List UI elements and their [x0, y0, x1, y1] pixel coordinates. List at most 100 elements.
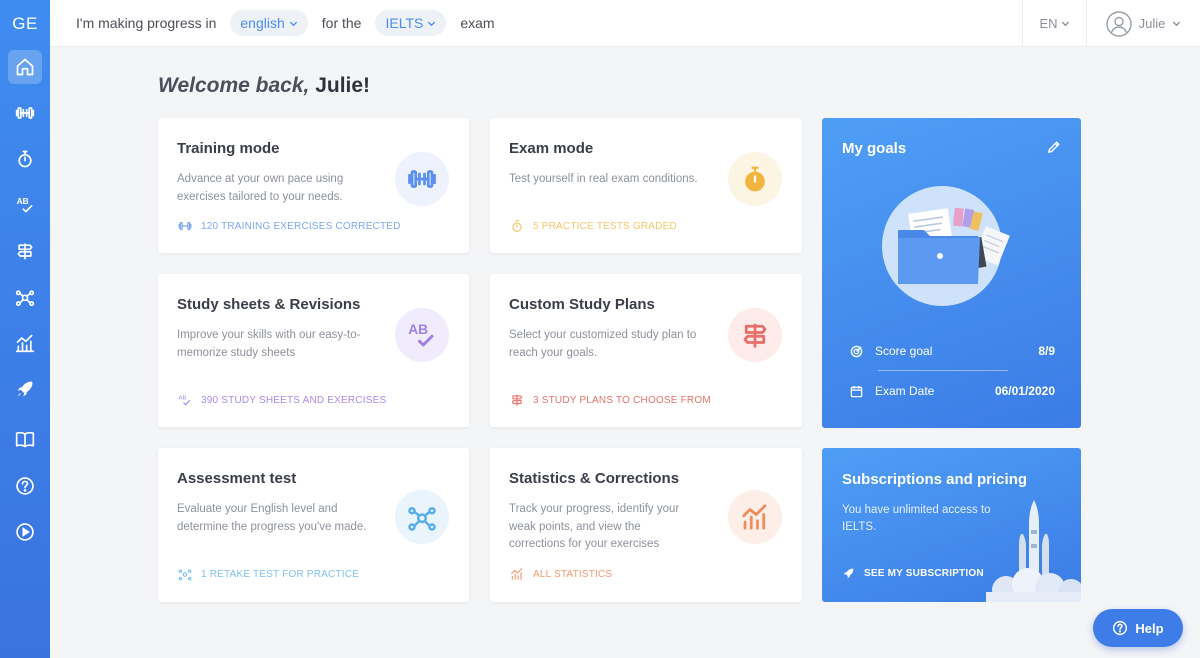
chart-icon: [742, 504, 767, 530]
dumbbell-icon: [15, 107, 35, 119]
sidebar-item-library[interactable]: [8, 422, 42, 456]
book-icon: [15, 431, 35, 448]
folder-illustration: [882, 186, 1010, 306]
sidebar-item-home[interactable]: [8, 50, 42, 84]
locale-selector[interactable]: EN: [1022, 0, 1086, 47]
pencil-icon[interactable]: [1047, 140, 1061, 154]
divider: [878, 370, 1008, 371]
network-icon: [178, 569, 192, 581]
user-menu[interactable]: Julie: [1086, 0, 1200, 47]
chart-icon: [15, 334, 35, 353]
exam-value: IELTS: [385, 15, 424, 31]
card-footer-text: 5 PRACTICE TESTS GRADED: [533, 220, 677, 232]
sidebar-item-study-sheets[interactable]: AB: [8, 188, 42, 222]
card-training[interactable]: Training mode Advance at your own pace u…: [158, 118, 469, 253]
card-statistics[interactable]: Statistics & Corrections Track your prog…: [490, 448, 802, 602]
help-button[interactable]: Help: [1093, 609, 1183, 647]
card-desc: Track your progress, identify your weak …: [509, 503, 680, 550]
dumbbell-icon: [178, 221, 192, 231]
svg-text:AB: AB: [179, 395, 187, 401]
home-icon: [16, 58, 34, 76]
card-footer[interactable]: ALL STATISTICS: [509, 567, 612, 581]
user-name: Julie: [1138, 16, 1166, 31]
goals-panel: My goals Score goal 8/9 Exam Date 06/01/…: [822, 118, 1081, 428]
network-icon: [15, 290, 35, 307]
card-footer[interactable]: 3 STUDY PLANS TO CHOOSE FROM: [509, 393, 711, 407]
card-footer[interactable]: 5 PRACTICE TESTS GRADED: [509, 219, 677, 233]
ab-check-icon: AB: [179, 395, 191, 406]
card-icon: [395, 490, 449, 544]
target-icon: [850, 345, 863, 357]
see-subscription-label: SEE MY SUBSCRIPTION: [864, 568, 984, 579]
sidebar-item-help[interactable]: [8, 469, 42, 503]
sidebar-item-statistics[interactable]: [8, 326, 42, 360]
card-footer-text: ALL STATISTICS: [533, 568, 613, 580]
sidebar-item-tutorial[interactable]: [8, 515, 42, 549]
card-footer[interactable]: AB 390 STUDY SHEETS AND EXERCISES: [177, 393, 387, 407]
svg-text:AB: AB: [17, 196, 29, 206]
card-icon: [728, 308, 782, 362]
svg-text:AB: AB: [408, 322, 428, 337]
card-icon: [728, 490, 782, 544]
card-desc: Select your customized study plan to rea…: [509, 329, 697, 359]
dumbbell-icon: [408, 170, 436, 188]
exam-date-value: 06/01/2020: [994, 384, 1055, 398]
card-desc: Improve your skills with our easy-to-mem…: [177, 329, 361, 359]
topbar-suffix: exam: [460, 15, 495, 31]
card-footer-text: 390 STUDY SHEETS AND EXERCISES: [201, 394, 387, 406]
network-icon: [408, 507, 436, 531]
card-footer[interactable]: 1 RETAKE TEST FOR PRACTICE: [177, 567, 359, 581]
card-title: Statistics & Corrections: [509, 470, 680, 487]
sidebar-item-study-plans[interactable]: [8, 234, 42, 268]
score-goal-value: 8/9: [1038, 344, 1055, 358]
question-icon: [16, 477, 34, 495]
sidebar-item-subscription[interactable]: [8, 372, 42, 406]
sidebar-item-training[interactable]: [8, 96, 42, 130]
card-desc: Evaluate your English level and determin…: [177, 503, 367, 533]
see-subscription-link[interactable]: SEE MY SUBSCRIPTION: [842, 567, 984, 580]
goals-title: My goals: [842, 140, 907, 157]
calendar-icon: [850, 385, 863, 397]
signpost-icon: [17, 243, 33, 260]
avatar: [1105, 10, 1132, 37]
welcome-name: Julie!: [315, 74, 371, 97]
card-icon: [395, 152, 449, 206]
rocket-icon: [843, 568, 854, 579]
topbar-right: EN Julie: [1022, 0, 1200, 47]
chart-icon: [511, 568, 523, 580]
chevron-down-icon: [289, 21, 297, 26]
card-exam[interactable]: Exam mode Test yourself in real exam con…: [490, 118, 802, 253]
exam-date-row: Exam Date 06/01/2020: [850, 384, 1055, 398]
card-footer-text: 120 TRAINING EXERCISES CORRECTED: [201, 220, 401, 232]
topbar: I'm making progress in english for the I…: [50, 0, 1200, 47]
card-title: Training mode: [177, 140, 280, 157]
card-study-plans[interactable]: Custom Study Plans Select your customize…: [490, 274, 802, 427]
sidebar-item-assessment[interactable]: [8, 280, 42, 314]
card-footer-text: 1 RETAKE TEST FOR PRACTICE: [201, 568, 360, 580]
chevron-down-icon: [1173, 21, 1181, 27]
card-title: Exam mode: [509, 140, 594, 157]
signpost-icon: [743, 323, 767, 348]
language-selector[interactable]: english: [230, 10, 308, 36]
help-label: Help: [1135, 620, 1164, 636]
exam-date-label: Exam Date: [875, 384, 935, 398]
score-goal-row: Score goal 8/9: [850, 344, 1055, 358]
card-desc: Advance at your own pace using exercises…: [177, 173, 344, 203]
card-footer-text: 3 STUDY PLANS TO CHOOSE FROM: [533, 394, 711, 406]
card-icon: AB: [395, 308, 449, 362]
stopwatch-icon: [18, 150, 32, 168]
ab-check-icon: AB: [408, 322, 434, 347]
language-value: english: [240, 15, 285, 31]
card-icon: [728, 152, 782, 206]
card-study-sheets[interactable]: Study sheets & Revisions Improve your sk…: [158, 274, 469, 427]
stopwatch-icon: [512, 220, 522, 232]
score-goal-label: Score goal: [875, 344, 933, 358]
play-icon: [16, 523, 34, 541]
card-title: Study sheets & Revisions: [177, 296, 361, 313]
sidebar-item-exam[interactable]: [8, 142, 42, 176]
card-assessment[interactable]: Assessment test Evaluate your English le…: [158, 448, 469, 602]
logo[interactable]: GE: [0, 0, 50, 48]
card-footer[interactable]: 120 TRAINING EXERCISES CORRECTED: [177, 219, 401, 233]
exam-selector[interactable]: IELTS: [375, 10, 447, 36]
subscription-title: Subscriptions and pricing: [842, 471, 1028, 488]
